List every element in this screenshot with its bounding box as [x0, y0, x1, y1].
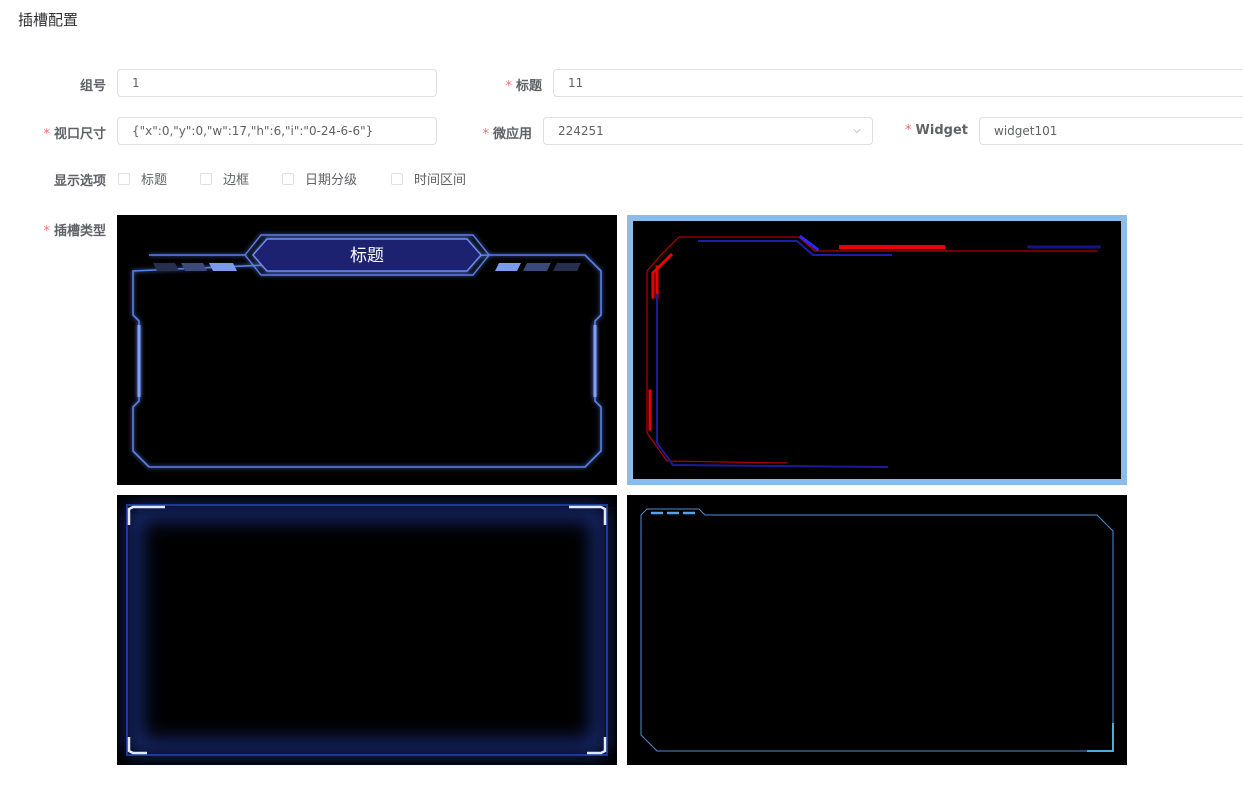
required-mark: * [505, 79, 512, 94]
viewport-input[interactable] [117, 117, 437, 145]
checkbox-box[interactable] [118, 172, 130, 185]
blue-glow-frame-graphic [126, 504, 608, 756]
page-title: 插槽配置 [18, 11, 79, 29]
widget-label: * Widget [905, 123, 968, 138]
required-mark: * [43, 224, 50, 239]
slot-type-label: * 插槽类型 [43, 224, 106, 239]
option-title-checkbox[interactable]: 标题 [118, 169, 167, 188]
option-border-checkbox[interactable]: 边框 [200, 169, 249, 188]
slot-option-blue-tech-frame[interactable]: 标题 [117, 215, 617, 485]
slot-preview-title: 标题 [350, 246, 384, 266]
option-date-level-checkbox[interactable]: 日期分级 [282, 169, 357, 188]
thin-cyan-frame-graphic [640, 508, 1114, 752]
title-input[interactable] [553, 69, 1243, 97]
slot-option-red-circuit-frame[interactable] [627, 215, 1127, 485]
slot-option-blue-glow-frame[interactable] [117, 495, 617, 765]
chevron-down-icon [853, 129, 861, 134]
required-mark: * [43, 127, 50, 142]
option-time-range-checkbox[interactable]: 时间区间 [391, 169, 466, 188]
selected-border [627, 215, 1127, 485]
micro-app-label: * 微应用 [482, 127, 532, 142]
widget-input[interactable] [979, 117, 1243, 145]
red-circuit-frame-graphic [627, 215, 1127, 485]
required-mark: * [482, 127, 489, 142]
slot-option-thin-cyan-frame[interactable] [627, 495, 1127, 765]
micro-app-select[interactable] [543, 117, 873, 145]
group-input[interactable] [117, 69, 437, 97]
micro-app-select-input[interactable] [543, 117, 873, 145]
checkbox-box[interactable] [391, 172, 403, 185]
required-mark: * [905, 123, 912, 138]
blue-tech-frame-graphic: 标题 [132, 234, 602, 468]
group-label: 组号 [79, 79, 106, 94]
title-label: * 标题 [505, 79, 542, 94]
checkbox-box[interactable] [200, 172, 212, 185]
viewport-label: * 视口尺寸 [43, 127, 106, 142]
checkbox-box[interactable] [282, 172, 294, 185]
display-options-label: 显示选项 [53, 174, 106, 189]
